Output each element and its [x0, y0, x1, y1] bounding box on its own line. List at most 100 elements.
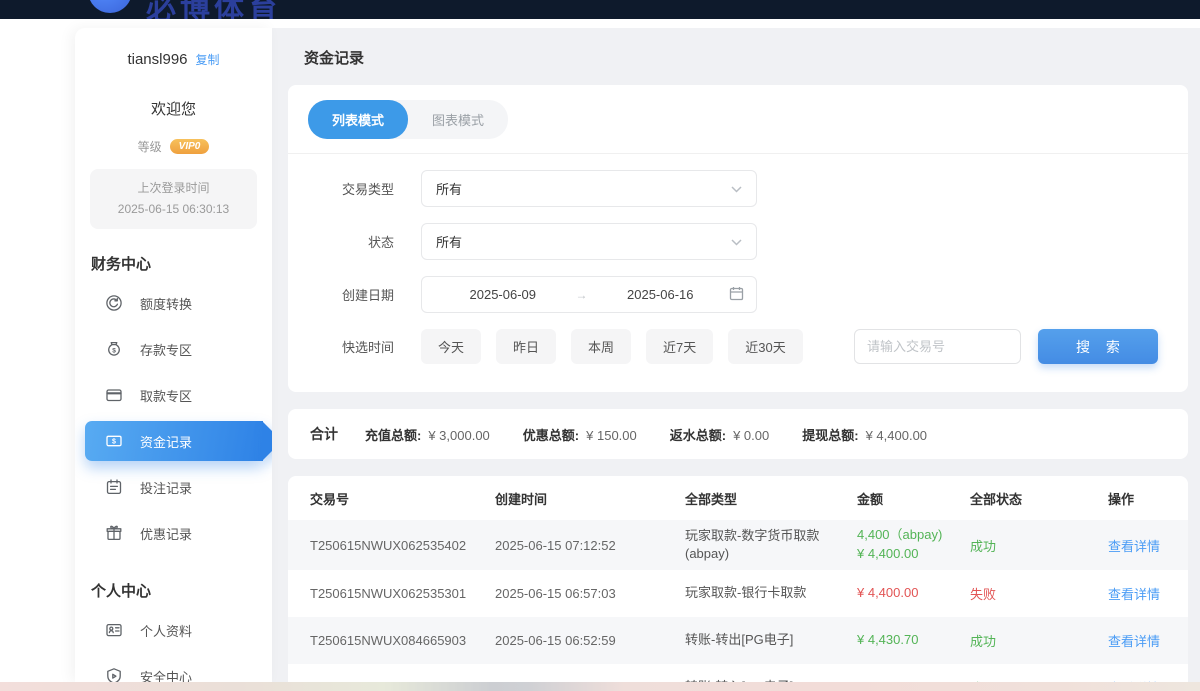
- summary-bar: 合计 充值总额: ¥ 3,000.00 优惠总额: ¥ 150.00 返水总额:…: [288, 409, 1188, 459]
- last-login-label: 上次登录时间: [94, 178, 253, 199]
- col-transaction-id: 交易号: [310, 489, 495, 508]
- vip-badge: VIP0: [170, 139, 210, 154]
- sidebar-item-label: 优惠记录: [140, 524, 192, 543]
- cell-amount: ¥ 4,400.00: [857, 584, 970, 603]
- page-title: 资金记录: [288, 28, 1188, 85]
- date-to-value[interactable]: 2025-06-16: [592, 287, 730, 302]
- search-button[interactable]: 搜 索: [1038, 329, 1158, 364]
- deposit-total-label: 充值总额:: [365, 425, 421, 444]
- cell-amount: 4,400（abpay) ¥ 4,400.00: [857, 526, 970, 564]
- sidebar-item-security[interactable]: 安全中心: [75, 653, 272, 682]
- sidebar-item-label: 取款专区: [140, 386, 192, 405]
- deposit-icon: $: [105, 340, 123, 358]
- chevron-down-icon: [731, 181, 742, 196]
- records-table: 交易号 创建时间 全部类型 金额 全部状态 操作 T250615NWUX0625…: [288, 476, 1188, 682]
- sidebar-item-quota-transfer[interactable]: 额度转换: [75, 280, 272, 326]
- quick-time-label: 快选时间: [288, 337, 394, 356]
- deposit-total-value: ¥ 3,000.00: [428, 428, 489, 443]
- col-amount: 金额: [857, 489, 970, 508]
- quick-7days-button[interactable]: 近7天: [646, 329, 713, 364]
- cell-transaction-id: T250615NWUX084665903: [310, 633, 495, 648]
- quick-30days-button[interactable]: 近30天: [728, 329, 802, 364]
- promo-total-label: 优惠总额:: [523, 425, 579, 444]
- table-row: T250615NWUX062535301 2025-06-15 06:57:03…: [288, 570, 1188, 617]
- main-content: 资金记录 列表模式 图表模式 交易类型 所有 状态: [272, 28, 1200, 682]
- view-details-link[interactable]: 查看详情: [1088, 631, 1166, 650]
- quota-transfer-icon: [105, 294, 123, 312]
- transaction-search-input[interactable]: [854, 329, 1021, 364]
- transaction-type-label: 交易类型: [288, 179, 394, 198]
- browser-edge-artifact: [0, 682, 1200, 691]
- tab-chart-mode[interactable]: 图表模式: [408, 100, 508, 139]
- section-title-personal: 个人中心: [91, 580, 272, 601]
- calendar-icon: [729, 286, 744, 304]
- quick-this-week-button[interactable]: 本周: [571, 329, 631, 364]
- status-select[interactable]: 所有: [421, 223, 757, 260]
- summary-total-label: 合计: [310, 424, 338, 444]
- cell-transaction-id: T250615NWUX062535301: [310, 586, 495, 601]
- brand-title: 必博体育: [146, 0, 282, 19]
- sidebar-item-bet-records[interactable]: 投注记录: [75, 464, 272, 510]
- app-window: 必博体育 tiansl996 复制 欢迎您 等级 VIP0 上次登录时间 2025…: [0, 0, 1200, 691]
- cell-type: 玩家取款-银行卡取款: [685, 584, 857, 602]
- sidebar-item-promo-records[interactable]: 优惠记录: [75, 510, 272, 556]
- sidebar-item-label: 存款专区: [140, 340, 192, 359]
- cell-transaction-id: T250615NWUX062535402: [310, 538, 495, 553]
- cell-status: 成功: [970, 631, 1088, 650]
- rebate-total-value: ¥ 0.00: [733, 428, 769, 443]
- cell-status: 失败: [970, 584, 1088, 603]
- col-operation: 操作: [1088, 489, 1166, 508]
- table-row: T250615NWUX062535402 2025-06-15 07:12:52…: [288, 520, 1188, 570]
- username: tiansl996: [127, 51, 187, 68]
- section-title-finance: 财务中心: [91, 253, 272, 274]
- date-range-arrow: →: [572, 288, 592, 302]
- sidebar-item-label: 投注记录: [140, 478, 192, 497]
- bet-records-icon: [105, 478, 123, 496]
- fund-records-icon: $: [105, 432, 123, 450]
- cell-type: 转账-转出[PG电子]: [685, 631, 857, 649]
- promo-total-value: ¥ 150.00: [586, 428, 637, 443]
- sidebar: tiansl996 复制 欢迎您 等级 VIP0 上次登录时间 2025-06-1…: [75, 28, 272, 682]
- view-details-link[interactable]: 查看详情: [1088, 584, 1166, 603]
- tab-list-mode[interactable]: 列表模式: [308, 100, 408, 139]
- date-from-value[interactable]: 2025-06-09: [434, 287, 572, 302]
- view-mode-tabs: 列表模式 图表模式: [308, 100, 508, 139]
- col-type: 全部类型: [685, 489, 857, 508]
- sidebar-item-withdraw[interactable]: 取款专区: [75, 372, 272, 418]
- profile-icon: [105, 621, 123, 639]
- table-row: T250615NWUX084665903 2025-06-15 06:52:59…: [288, 617, 1188, 664]
- col-create-time: 创建时间: [495, 489, 685, 508]
- sidebar-item-label: 个人资料: [140, 621, 192, 640]
- withdraw-total-value: ¥ 4,400.00: [866, 428, 927, 443]
- table-header-row: 交易号 创建时间 全部类型 金额 全部状态 操作: [288, 476, 1188, 520]
- status-value: 所有: [436, 232, 731, 251]
- create-date-label: 创建日期: [288, 285, 394, 304]
- cell-create-time: 2025-06-15 07:12:52: [495, 538, 685, 553]
- table-row: T250615NWUX084665703 2025-06-15 06:44:05…: [288, 664, 1188, 682]
- quick-today-button[interactable]: 今天: [421, 329, 481, 364]
- status-label: 状态: [288, 232, 394, 251]
- cell-type: 玩家取款-数字货币取款 (abpay): [685, 527, 857, 563]
- withdraw-icon: [105, 386, 123, 404]
- sidebar-item-fund-records[interactable]: $ 资金记录: [85, 421, 263, 461]
- sidebar-item-profile[interactable]: 个人资料: [75, 607, 272, 653]
- date-range-picker[interactable]: 2025-06-09 → 2025-06-16: [421, 276, 757, 313]
- copy-username-button[interactable]: 复制: [196, 53, 220, 67]
- transaction-type-select[interactable]: 所有: [421, 170, 757, 207]
- svg-text:$: $: [112, 347, 116, 354]
- cell-create-time: 2025-06-15 06:52:59: [495, 633, 685, 648]
- last-login-box: 上次登录时间 2025-06-15 06:30:13: [90, 169, 257, 229]
- welcome-text: 欢迎您: [75, 98, 272, 119]
- sidebar-item-label: 额度转换: [140, 294, 192, 313]
- sidebar-item-deposit[interactable]: $ 存款专区: [75, 326, 272, 372]
- level-label: 等级: [138, 138, 162, 155]
- view-details-link[interactable]: 查看详情: [1088, 536, 1166, 555]
- last-login-time: 2025-06-15 06:30:13: [94, 199, 253, 220]
- cell-create-time: 2025-06-15 06:57:03: [495, 586, 685, 601]
- top-header: 必博体育: [0, 0, 1200, 19]
- filter-card: 列表模式 图表模式 交易类型 所有 状态 所有: [288, 85, 1188, 392]
- withdraw-total-label: 提现总额:: [802, 425, 858, 444]
- brand-logo-icon: [88, 0, 132, 13]
- quick-yesterday-button[interactable]: 昨日: [496, 329, 556, 364]
- chevron-down-icon: [731, 234, 742, 249]
